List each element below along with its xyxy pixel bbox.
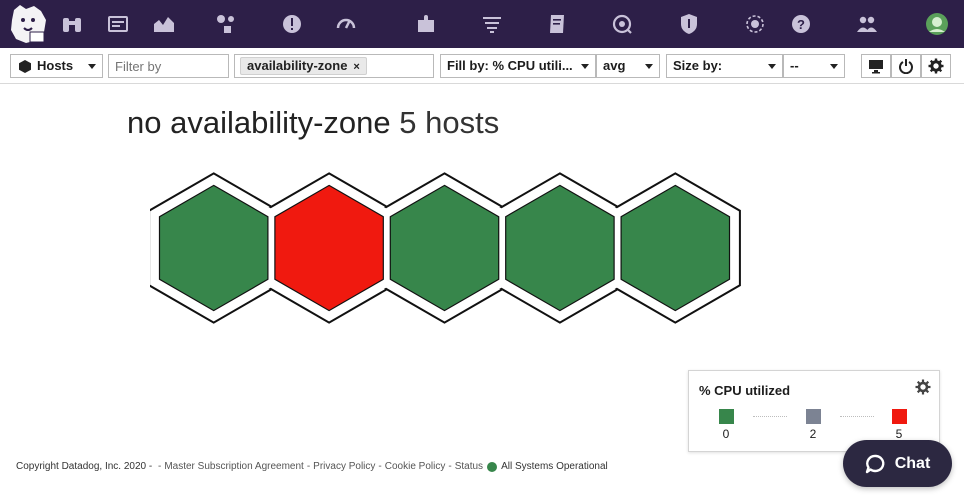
chat-bubble-icon (865, 454, 885, 473)
metrics-icon[interactable] (152, 12, 176, 36)
chevron-down-icon (830, 64, 838, 69)
integrations-icon[interactable] (414, 12, 438, 36)
group-title: no availability-zone 5 hosts (127, 105, 499, 141)
chat-button[interactable]: Chat (843, 440, 952, 487)
help-icon[interactable]: ? (789, 12, 813, 36)
gear-icon[interactable] (915, 379, 931, 395)
footer-link-status[interactable]: Status (455, 461, 483, 472)
legend-title: % CPU utilized (699, 383, 791, 398)
chevron-down-icon (645, 64, 653, 69)
aggregation-label: avg (603, 58, 626, 73)
gear-icon (928, 58, 944, 74)
host-hexagon-grid (148, 172, 741, 324)
settings-button[interactable] (921, 54, 951, 78)
footer-link-cookie[interactable]: Cookie Policy (385, 461, 446, 472)
footer-link-privacy[interactable]: Privacy Policy (313, 461, 375, 472)
chat-label: Chat (894, 454, 931, 472)
footer-link-msa[interactable]: Master Subscription Agreement (164, 461, 304, 472)
legend-swatch-low (719, 409, 734, 424)
size-by-label: Size by: (673, 58, 723, 73)
group-tag: availability-zone × (240, 57, 367, 75)
power-button[interactable] (891, 54, 921, 78)
infrastructure-icon[interactable] (214, 12, 238, 36)
user-avatar[interactable] (925, 12, 949, 36)
legend-divider (753, 416, 787, 417)
tv-mode-button[interactable] (861, 54, 891, 78)
copyright-text: Copyright Datadog, Inc. 2020 - (16, 461, 153, 472)
group-tag-label: availability-zone (247, 58, 348, 73)
aggregation-dropdown[interactable]: avg (596, 54, 660, 78)
status-dot-icon (487, 461, 498, 472)
datadog-logo[interactable] (4, 2, 54, 48)
hosts-dropdown-label: Hosts (37, 58, 74, 73)
power-icon (899, 59, 913, 74)
toolbar: Hosts availability-zone × Fill by: % CPU … (0, 48, 964, 84)
group-name: no availability-zone (127, 105, 391, 140)
monitors-icon[interactable] (280, 12, 304, 36)
synthetics-icon[interactable] (610, 12, 634, 36)
tag-remove-icon[interactable]: × (353, 61, 359, 73)
legend-swatch-high (892, 409, 907, 424)
apm-icon[interactable] (334, 12, 358, 36)
notebooks-icon[interactable] (545, 12, 569, 36)
svg-text:?: ? (797, 17, 805, 32)
team-icon[interactable] (855, 12, 879, 36)
legend-label-low: 0 (722, 427, 730, 441)
size-by-value: -- (790, 58, 799, 73)
security-icon[interactable] (677, 12, 701, 36)
hexagon-icon (19, 60, 31, 73)
filter-input[interactable] (108, 54, 229, 78)
logs-icon[interactable] (480, 12, 504, 36)
size-by-dropdown[interactable]: Size by: (666, 54, 783, 78)
footer: Copyright Datadog, Inc. 2020 - - Master … (16, 461, 608, 472)
legend-swatch-mid (806, 409, 821, 424)
size-by-value-dropdown[interactable]: -- (783, 54, 845, 78)
chevron-down-icon (581, 64, 589, 69)
system-status-text: All Systems Operational (501, 461, 608, 472)
chevron-down-icon (768, 64, 776, 69)
fill-by-label: Fill by: % CPU utili... (447, 58, 573, 73)
legend-label-high: 5 (895, 427, 903, 441)
legend-label-mid: 2 (809, 427, 817, 441)
group-by-field[interactable]: availability-zone × (234, 54, 434, 78)
binoculars-icon[interactable] (60, 12, 84, 36)
hosts-dropdown[interactable]: Hosts (10, 54, 103, 78)
legend-divider (840, 416, 874, 417)
chevron-down-icon (88, 64, 96, 69)
dashboard-icon[interactable] (106, 12, 130, 36)
monitor-icon (869, 60, 883, 74)
host-count: 5 hosts (399, 105, 500, 140)
rum-icon[interactable] (743, 12, 767, 36)
host-map (148, 168, 750, 328)
top-nav: ? (0, 0, 964, 48)
fill-by-dropdown[interactable]: Fill by: % CPU utili... (440, 54, 596, 78)
